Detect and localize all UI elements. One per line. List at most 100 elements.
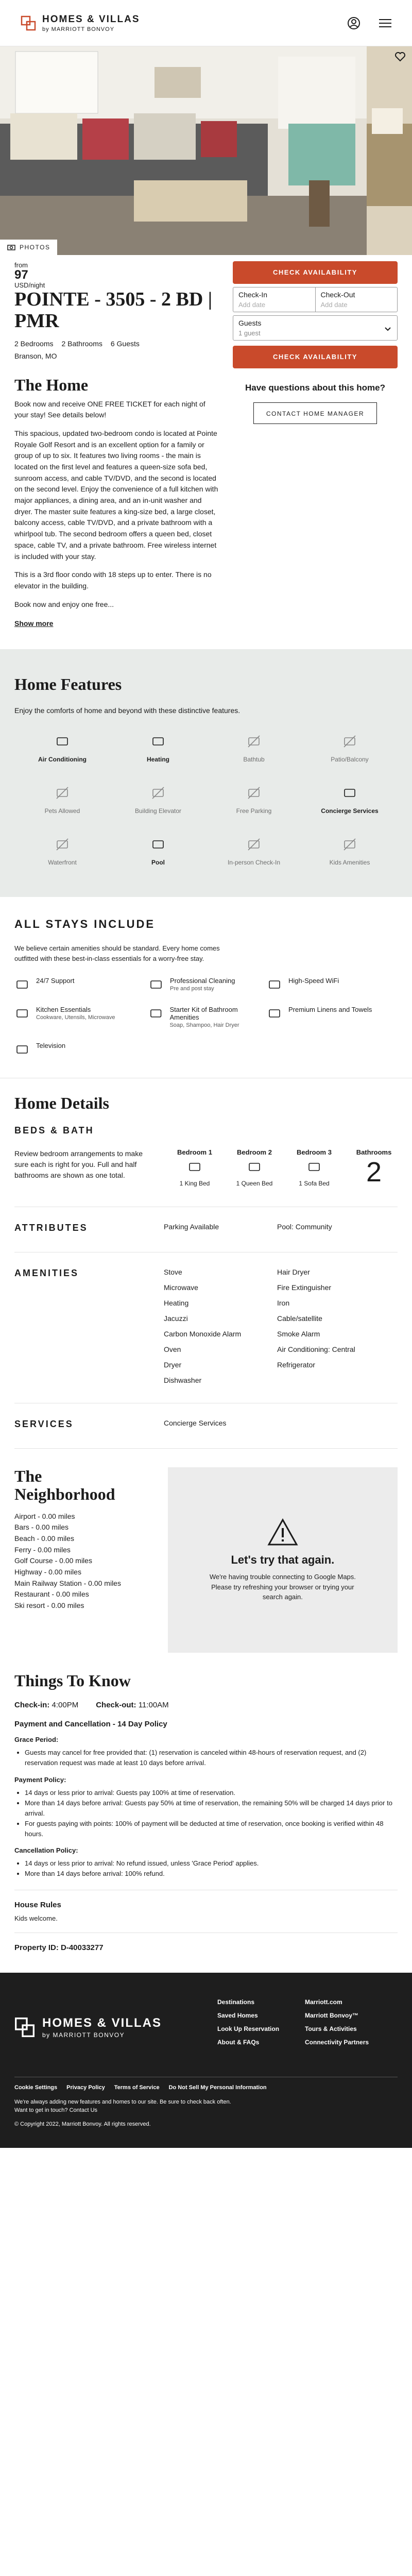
checkin-label: Check-in: <box>14 1701 50 1710</box>
footer-legal-links: Cookie Settings Privacy Policy Terms of Se… <box>14 2084 398 2091</box>
stay-item: Professional Cleaning Pre and post stay <box>148 977 267 992</box>
kitchen-icon <box>16 1009 28 1018</box>
listing-overview: from 97 USD/night POINTE - 3505 - 2 BD |… <box>0 255 412 629</box>
stay-item: High-Speed WiFi <box>267 977 401 992</box>
footer-link[interactable]: About & FAQs <box>217 2039 305 2046</box>
bed-icon <box>249 1163 260 1172</box>
questions-heading: Have questions about this home? <box>245 383 386 393</box>
footer-link[interactable]: Look Up Reservation <box>217 2025 305 2032</box>
feature-icon-wrap <box>110 784 206 802</box>
home-details-section: Home Details BEDS & BATH Review bedroom … <box>0 1078 412 1449</box>
feature-item: Free Parking <box>206 784 302 815</box>
logo-mark-icon <box>21 15 36 30</box>
feature-label: Patio/Balcony <box>331 756 369 764</box>
checkout-value: 11:00AM <box>138 1701 169 1710</box>
bedroom-photo <box>367 46 412 255</box>
neighborhood-list: Airport - 0.00 miles Bars - 0.00 miles Bea… <box>14 1511 137 1612</box>
legal-link[interactable]: Cookie Settings <box>14 2084 57 2091</box>
main-photo[interactable]: PHOTOS <box>0 46 367 255</box>
footer-link[interactable]: Saved Homes <box>217 2012 305 2019</box>
footer-link[interactable]: Tours & Activities <box>305 2025 377 2032</box>
neighborhood-section: The Neighborhood Airport - 0.00 miles Bar… <box>0 1449 412 1653</box>
stay-text: Television <box>36 1042 65 1049</box>
check-out-label: Check-Out <box>320 291 355 299</box>
stay-item: Starter Kit of Bathroom Amenities Soap, S… <box>148 1006 267 1028</box>
footer-link[interactable]: Destinations <box>217 1998 305 2006</box>
feature-icon-wrap <box>110 732 206 751</box>
check-availability-button-2[interactable]: CHECK AVAILABILITY <box>233 346 398 368</box>
photo-gallery[interactable]: PHOTOS <box>0 46 412 255</box>
check-times: Check-in: 4:00PM Check-out: 11:00AM <box>14 1701 398 1709</box>
feature-item: Waterfront <box>14 835 110 866</box>
amenity-item: Smoke Alarm <box>277 1330 320 1338</box>
check-availability-button[interactable]: CHECK AVAILABILITY <box>233 261 398 284</box>
stay-text: Professional Cleaning Pre and post stay <box>170 977 235 992</box>
feature-icon-wrap <box>302 732 398 751</box>
footer-logo[interactable]: HOMES & VILLAS by MARRIOTT BONVOY <box>14 2009 162 2046</box>
stay-label: 24/7 Support <box>36 977 75 985</box>
map-error-title: Let's try that again. <box>231 1553 335 1567</box>
neighborhood-item: Beach - 0.00 miles <box>14 1534 74 1543</box>
property-id: Property ID: D-40033277 <box>14 1943 104 1952</box>
attribute-item: Parking Available <box>164 1223 219 1231</box>
legal-link[interactable]: Terms of Service <box>114 2084 160 2091</box>
secondary-photo[interactable] <box>367 46 412 255</box>
footer-link[interactable]: Connectivity Partners <box>305 2039 377 2046</box>
guests-value: 1 guest <box>238 329 261 337</box>
stay-label: Professional Cleaning <box>170 977 235 985</box>
feature-label: Pets Allowed <box>44 807 80 815</box>
bathrooms-count: 2 Bathrooms <box>61 339 102 348</box>
stay-label: Television <box>36 1042 66 1050</box>
check-out-field[interactable]: Check-Out Add date <box>315 287 398 312</box>
payment-list: 14 days or less prior to arrival: Guests… <box>25 1788 398 1840</box>
feature-item: Building Elevator <box>110 784 206 815</box>
photos-button[interactable]: PHOTOS <box>0 240 58 255</box>
brand-logo[interactable]: HOMES & VILLAS by MARRIOTT BONVOY <box>21 14 140 32</box>
bathrooms-label: Bathrooms <box>356 1148 392 1157</box>
policy-item: More than 14 days before arrival: Guests… <box>25 1798 398 1819</box>
beds-bath-text: Review bedroom arrangements to make sure… <box>14 1149 143 1180</box>
feature-icon-wrap <box>302 784 398 802</box>
footer-contact[interactable]: Want to get in touch? Contact Us <box>14 2106 398 2115</box>
feature-label: Kids Amenities <box>329 859 370 867</box>
cancellation-heading: Cancellation Policy: <box>14 1846 78 1855</box>
check-in-field[interactable]: Check-In Add date <box>233 287 315 312</box>
legal-link[interactable]: Do Not Sell My Personal Information <box>169 2084 267 2091</box>
legal-link[interactable]: Privacy Policy <box>66 2084 105 2091</box>
heart-icon[interactable] <box>394 52 406 62</box>
show-more-link[interactable]: Show more <box>14 619 53 628</box>
footer-link[interactable]: Marriott Bonvoy™ <box>305 2012 377 2019</box>
home-description: Book now and receive ONE FREE TICKET for… <box>14 399 220 611</box>
home-details-heading: Home Details <box>14 1094 109 1113</box>
bathrooms-count-block: Bathrooms 2 <box>353 1148 394 1188</box>
policy-item: 14 days or less prior to arrival: No ref… <box>25 1858 398 1869</box>
amenities-list: Stove Hair Dryer Microwave Fire Extinguishe… <box>164 1268 390 1384</box>
amenity-item: Stove <box>164 1268 182 1277</box>
feature-item: Heating <box>110 732 206 763</box>
attributes-row: ATTRIBUTES Parking Available Pool: Commun… <box>14 1223 398 1233</box>
feature-label: Bathtub <box>243 756 265 764</box>
payment-policy-heading: Payment Policy: <box>14 1775 66 1784</box>
desc-paragraph-2: This spacious, updated two-bedroom condo… <box>14 429 218 561</box>
feature-icon-wrap <box>14 732 110 751</box>
stay-item: Kitchen Essentials Cookware, Utensils, Mi… <box>14 1006 148 1028</box>
contact-manager-button[interactable]: CONTACT HOME MANAGER <box>253 402 377 424</box>
features-heading: Home Features <box>14 675 122 694</box>
feature-label: Free Parking <box>236 807 272 815</box>
footer-link[interactable]: Marriott.com <box>305 1998 377 2006</box>
bedrooms-list: Bedroom 11 King Bed Bedroom 21 Queen Bed B… <box>174 1148 335 1188</box>
feature-item: Kids Amenities <box>302 835 398 866</box>
feature-icon-wrap <box>206 784 302 802</box>
amenity-item: Dishwasher <box>164 1376 202 1385</box>
guests-count: 6 Guests <box>110 339 140 348</box>
hamburger-menu-icon[interactable] <box>379 18 391 28</box>
bed-icon <box>308 1163 320 1172</box>
account-circle-icon[interactable] <box>347 16 360 30</box>
stay-text: Kitchen Essentials Cookware, Utensils, Mi… <box>36 1006 115 1021</box>
bedroom-item: Bedroom 2 1 Queen Bed <box>234 1148 275 1188</box>
booking-panel: CHECK AVAILABILITY Check-In Add date Che… <box>233 261 398 424</box>
feature-item: Air Conditioning <box>14 732 110 763</box>
feature-label: Air Conditioning <box>38 756 87 764</box>
television-icon <box>16 1045 28 1054</box>
guests-select[interactable]: Guests 1 guest <box>233 315 398 341</box>
